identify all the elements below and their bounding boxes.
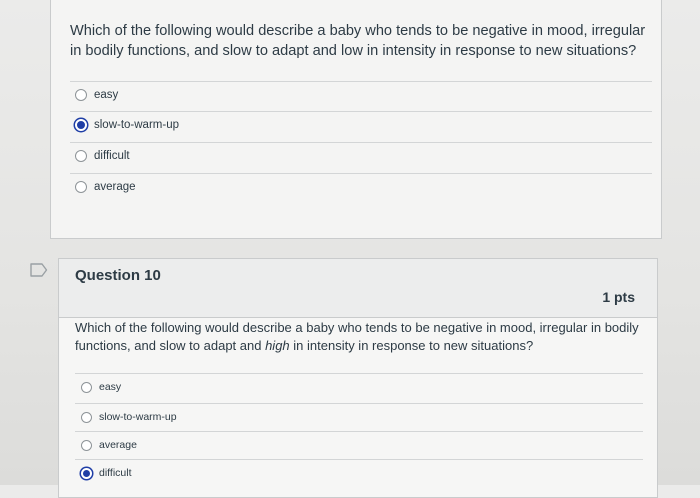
question-10-text: Which of the following would describe a … — [75, 319, 640, 355]
question-points: 1 pts — [602, 289, 635, 305]
answer-label: easy — [94, 89, 119, 101]
answer-divider — [70, 142, 652, 143]
radio-button[interactable] — [75, 150, 87, 162]
answer-label: average — [94, 181, 136, 193]
radio-button-selected[interactable] — [81, 467, 92, 479]
question-9-answer-slow-to-warm-up[interactable]: slow-to-warm-up — [75, 119, 179, 131]
answer-divider — [70, 111, 652, 112]
question-10-answer-difficult[interactable]: difficult — [81, 467, 132, 479]
radio-button-selected[interactable] — [75, 119, 87, 131]
radio-button[interactable] — [81, 439, 92, 451]
radio-button[interactable] — [75, 89, 87, 101]
answer-divider — [75, 459, 643, 460]
answer-label: difficult — [94, 150, 130, 162]
question-9-answer-difficult[interactable]: difficult — [75, 150, 130, 162]
answer-divider — [75, 431, 643, 432]
question-10-card: Question 10 1 pts Which of the following… — [58, 258, 658, 498]
answer-label: easy — [99, 381, 122, 393]
answer-divider — [70, 81, 652, 82]
question-9-answer-easy[interactable]: easy — [75, 89, 118, 101]
question-text-emphasis: high — [265, 338, 290, 353]
answer-label: slow-to-warm-up — [94, 119, 179, 131]
answer-divider — [75, 373, 643, 374]
answer-divider — [75, 403, 643, 404]
bookmark-flag-icon[interactable] — [30, 263, 48, 277]
question-text-part: in intensity in response to new situatio… — [289, 338, 534, 353]
answer-divider — [70, 173, 652, 174]
answer-label: slow-to-warm-up — [99, 411, 177, 423]
question-title: Question 10 — [75, 267, 161, 284]
radio-button[interactable] — [75, 181, 87, 193]
question-10-header: Question 10 1 pts — [59, 259, 657, 318]
answer-label: average — [99, 439, 137, 451]
question-10-answer-easy[interactable]: easy — [81, 381, 121, 393]
question-9-text: Which of the following would describe a … — [70, 23, 646, 59]
question-10-answer-average[interactable]: average — [81, 439, 137, 451]
question-9-card: Which of the following would describe a … — [50, 0, 662, 239]
answer-label: difficult — [99, 467, 132, 479]
radio-button[interactable] — [81, 411, 92, 423]
question-9-answer-average[interactable]: average — [75, 181, 136, 193]
radio-button[interactable] — [81, 381, 92, 393]
question-10-answer-slow-to-warm-up[interactable]: slow-to-warm-up — [81, 411, 177, 423]
